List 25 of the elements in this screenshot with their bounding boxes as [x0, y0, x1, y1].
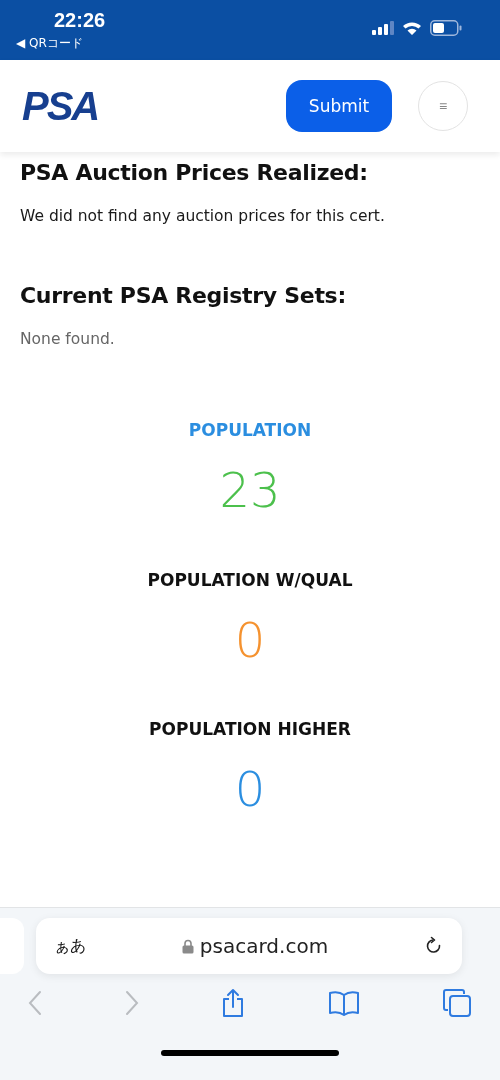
wifi-icon — [402, 20, 422, 36]
submit-button[interactable]: Submit — [286, 80, 392, 132]
signal-icon — [372, 21, 394, 35]
share-icon[interactable] — [221, 988, 245, 1018]
text-size-button[interactable]: ぁあ — [54, 935, 86, 957]
stat-label: POPULATION — [188, 420, 312, 440]
url-text: psacard.com — [199, 934, 329, 958]
book-icon[interactable] — [327, 990, 360, 1016]
stat-label: POPULATION HIGHER — [149, 719, 351, 740]
section-heading: PSA Auction Prices Realized: — [20, 160, 369, 185]
back-link[interactable]: ◀ QRコード — [16, 34, 106, 52]
section-heading: Current PSA Registry Sets: — [20, 283, 347, 308]
stat-value: 23 — [219, 462, 281, 520]
stat-value: 0 — [234, 611, 266, 670]
section-text: We did not find any auction prices for this cert. — [20, 207, 386, 225]
stat-value: 0 — [234, 761, 266, 819]
battery-icon — [430, 20, 462, 36]
tabs-icon[interactable] — [442, 988, 472, 1018]
address-bar[interactable]: ぁあ psacard.com — [36, 918, 462, 974]
menu-button[interactable]: ≡ — [418, 81, 468, 131]
psa-logo[interactable]: PSA — [22, 83, 99, 129]
clock-time: 22:26 — [53, 8, 106, 32]
lock-icon — [181, 938, 194, 954]
section-text: None found. — [20, 330, 116, 348]
stat-label: POPULATION W/QUAL — [147, 569, 353, 590]
